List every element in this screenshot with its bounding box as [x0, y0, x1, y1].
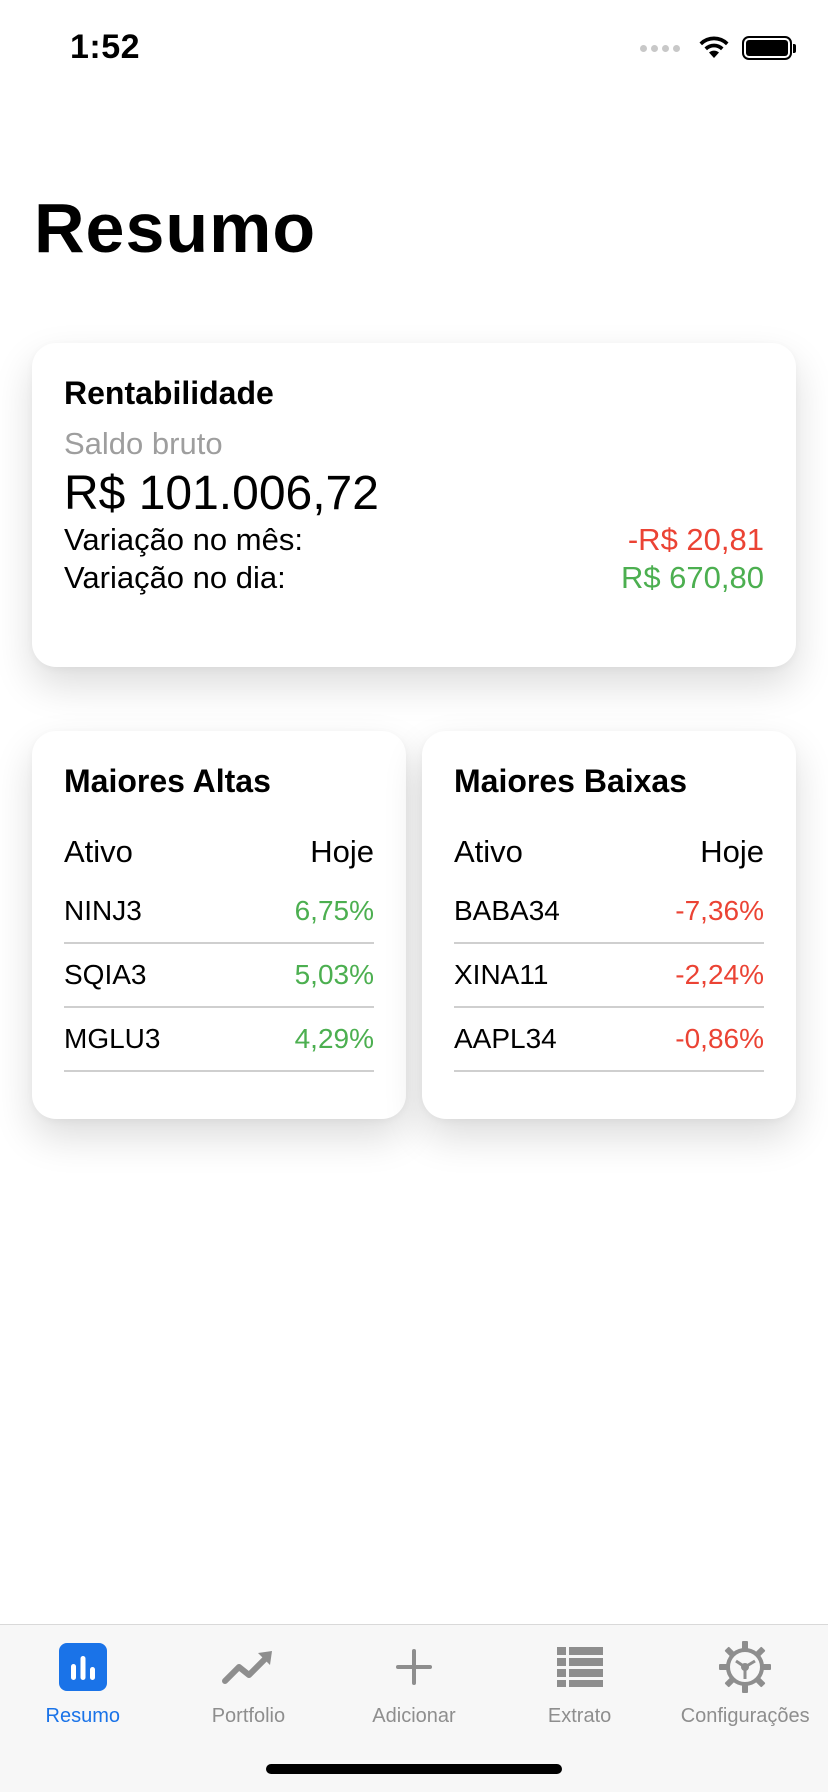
table-row[interactable]: XINA11 -2,24%: [454, 944, 764, 1008]
variacao-mes-label: Variação no mês:: [64, 522, 303, 557]
tab-label: Adicionar: [372, 1705, 456, 1727]
wifi-icon: [699, 36, 729, 58]
rentabilidade-title: Rentabilidade: [64, 375, 274, 411]
variacao-dia-row: Variação no dia: R$ 670,80: [64, 559, 764, 597]
maiores-baixas-card: Maiores Baixas Ativo Hoje BABA34 -7,36% …: [422, 731, 796, 1119]
variacao-dia-label: Variação no dia:: [64, 560, 286, 595]
status-time: 1:52: [70, 28, 141, 66]
cellular-signal-icon: [640, 44, 680, 52]
ativo-ticker: XINA11: [454, 959, 549, 990]
rentabilidade-card: Rentabilidade Saldo bruto R$ 101.006,72 …: [32, 343, 796, 667]
table-row[interactable]: NINJ3 6,75%: [64, 880, 374, 944]
table-row[interactable]: BABA34 -7,36%: [454, 880, 764, 944]
ativo-change: -7,36%: [675, 895, 764, 926]
maiores-baixas-title: Maiores Baixas: [454, 763, 688, 799]
ativo-change: -0,86%: [675, 1023, 764, 1054]
ativo-ticker: BABA34: [454, 895, 560, 926]
ativo-ticker: NINJ3: [64, 895, 142, 926]
maiores-altas-card: Maiores Altas Ativo Hoje NINJ3 6,75% SQI…: [32, 731, 406, 1119]
tab-label: Resumo: [45, 1705, 121, 1727]
column-ativo-header: Ativo: [454, 834, 523, 869]
chart-bar-icon: [53, 1637, 113, 1697]
column-hoje-header: Hoje: [700, 834, 764, 869]
table-header: Ativo Hoje: [64, 834, 374, 870]
plus-icon: [384, 1637, 444, 1697]
page-title: Resumo: [34, 189, 317, 267]
maiores-altas-title: Maiores Altas: [64, 763, 271, 799]
saldo-value: R$ 101.006,72: [64, 467, 379, 520]
battery-icon: [742, 36, 796, 60]
table-row[interactable]: SQIA3 5,03%: [64, 944, 374, 1008]
status-bar: 1:52: [0, 0, 828, 100]
column-ativo-header: Ativo: [64, 834, 133, 869]
table-row[interactable]: AAPL34 -0,86%: [454, 1008, 764, 1072]
ativo-change: 6,75%: [294, 895, 374, 926]
tab-label: Portfolio: [211, 1705, 286, 1727]
trending-up-icon: [218, 1637, 278, 1697]
variacao-mes-row: Variação no mês: -R$ 20,81: [64, 521, 764, 559]
saldo-label: Saldo bruto: [64, 426, 223, 461]
variacao-dia-value: R$ 670,80: [620, 560, 764, 595]
table-row[interactable]: MGLU3 4,29%: [64, 1008, 374, 1072]
tab-label: Configurações: [680, 1705, 810, 1727]
ativo-ticker: AAPL34: [454, 1023, 557, 1054]
status-icons: [640, 36, 796, 60]
home-indicator[interactable]: [266, 1764, 562, 1774]
column-hoje-header: Hoje: [310, 834, 374, 869]
ativo-ticker: MGLU3: [64, 1023, 161, 1054]
tab-resumo[interactable]: Resumo: [0, 1625, 166, 1792]
ativo-change: 4,29%: [294, 1023, 374, 1054]
tab-configuracoes[interactable]: Configurações: [662, 1625, 828, 1792]
ativo-change: 5,03%: [294, 959, 374, 990]
ativo-change: -2,24%: [675, 959, 764, 990]
list-icon: [550, 1637, 610, 1697]
variacao-mes-value: -R$ 20,81: [627, 522, 764, 557]
ativo-ticker: SQIA3: [64, 959, 147, 990]
tab-label: Extrato: [547, 1705, 612, 1727]
table-header: Ativo Hoje: [454, 834, 764, 870]
gear-icon: [715, 1637, 775, 1697]
